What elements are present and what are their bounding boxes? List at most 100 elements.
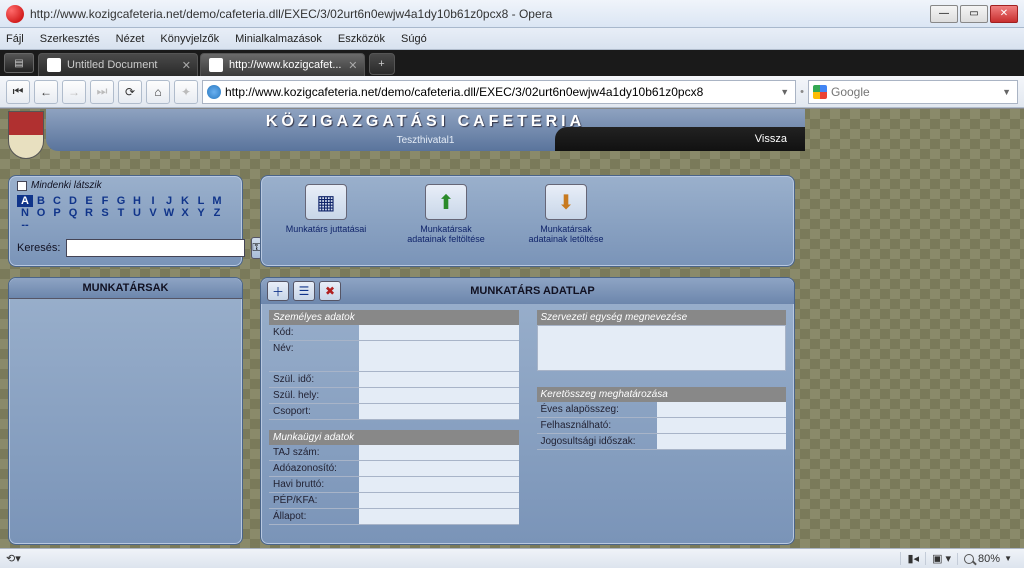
- back-button[interactable]: ←: [34, 80, 58, 104]
- detail-edit-button[interactable]: ☰: [293, 281, 315, 301]
- lbl-szulido: Szül. idő:: [269, 372, 359, 387]
- lbl-allapot: Állapot:: [269, 509, 359, 524]
- tab-untitled[interactable]: Untitled Document ✕: [38, 53, 198, 76]
- search-input[interactable]: [831, 85, 996, 99]
- alpha-letter-K[interactable]: K: [177, 195, 193, 207]
- alpha-letter-C[interactable]: C: [49, 195, 65, 207]
- alpha-letter-U[interactable]: U: [129, 207, 145, 219]
- alpha-letter-G[interactable]: G: [113, 195, 129, 207]
- tool-download[interactable]: ⬇ Munkatársak adatainak letöltése: [521, 184, 611, 258]
- val-allapot: [359, 509, 519, 524]
- section-personal: Személyes adatok: [269, 310, 519, 325]
- val-brutto: [359, 477, 519, 492]
- favicon-icon: [47, 58, 61, 72]
- alpha-letter-M[interactable]: M: [209, 195, 225, 207]
- zoom-control[interactable]: 80% ▼: [957, 553, 1018, 565]
- alpha-letter-X[interactable]: X: [177, 207, 193, 219]
- org-unit-box: [537, 325, 787, 371]
- alpha-letter-J[interactable]: J: [161, 195, 177, 207]
- alpha-letter-B[interactable]: B: [33, 195, 49, 207]
- lbl-felh: Felhasználható:: [537, 418, 657, 433]
- alpha-letter-L[interactable]: L: [193, 195, 209, 207]
- fit-mode-button[interactable]: ▣ ▾: [925, 552, 957, 565]
- window-maximize-button[interactable]: ▭: [960, 5, 988, 23]
- detail-delete-button[interactable]: ✖: [319, 281, 341, 301]
- val-nev: [359, 341, 519, 371]
- panels-button[interactable]: ▤: [4, 53, 34, 73]
- tab-bar: ▤ Untitled Document ✕ http://www.kozigca…: [0, 50, 1024, 76]
- name-search-input[interactable]: [66, 239, 245, 257]
- fast-forward-button[interactable]: ⏭: [90, 80, 114, 104]
- employees-header: MUNKATÁRSAK: [9, 278, 242, 299]
- address-dropdown-icon[interactable]: ▼: [778, 87, 791, 97]
- new-tab-button[interactable]: +: [369, 53, 395, 75]
- tool-benefits[interactable]: ▦ Munkatárs juttatásai: [281, 184, 371, 258]
- alpha-letter-I[interactable]: I: [145, 195, 161, 207]
- menu-widgets[interactable]: Minialkalmazások: [235, 33, 322, 45]
- val-pep: [359, 493, 519, 508]
- val-taj: [359, 445, 519, 460]
- search-bar[interactable]: ▼: [808, 80, 1018, 104]
- alpha-letter-T[interactable]: T: [113, 207, 129, 219]
- alpha-letter-Z[interactable]: Z: [209, 207, 225, 219]
- alpha-letter---[interactable]: --: [17, 219, 33, 231]
- lbl-kod: Kód:: [269, 325, 359, 340]
- tab-close-icon[interactable]: ✕: [348, 59, 357, 72]
- alpha-letter-S[interactable]: S: [97, 207, 113, 219]
- alpha-letter-N[interactable]: N: [17, 207, 33, 219]
- back-link[interactable]: Vissza: [555, 127, 805, 151]
- filter-header: Mindenki látszik: [31, 180, 102, 191]
- alpha-letter-Y[interactable]: Y: [193, 207, 209, 219]
- tab-label: Untitled Document: [67, 59, 158, 71]
- sync-icon[interactable]: ⟲▾: [6, 552, 21, 565]
- alpha-letter-A[interactable]: A: [17, 195, 33, 207]
- alpha-letter-F[interactable]: F: [97, 195, 113, 207]
- window-titlebar: http://www.kozigcafeteria.net/demo/cafet…: [0, 0, 1024, 28]
- alpha-letter-W[interactable]: W: [161, 207, 177, 219]
- tab-kozigcafeteria[interactable]: http://www.kozigcafet... ✕: [200, 53, 365, 76]
- show-all-checkbox[interactable]: [17, 181, 27, 191]
- alpha-letter-D[interactable]: D: [65, 195, 81, 207]
- section-budget: Keretösszeg meghatározása: [537, 387, 787, 402]
- alpha-letter-V[interactable]: V: [145, 207, 161, 219]
- favicon-icon: [209, 58, 223, 72]
- rewind-button[interactable]: ⏮: [6, 80, 30, 104]
- lbl-taj: TAJ szám:: [269, 445, 359, 460]
- tab-close-icon[interactable]: ✕: [182, 59, 191, 72]
- window-close-button[interactable]: ✕: [990, 5, 1018, 23]
- menu-view[interactable]: Nézet: [116, 33, 145, 45]
- globe-icon: [207, 85, 221, 99]
- address-input[interactable]: [225, 85, 774, 99]
- val-csoport: [359, 404, 519, 419]
- alpha-letter-R[interactable]: R: [81, 207, 97, 219]
- menu-file[interactable]: Fájl: [6, 33, 24, 45]
- window-minimize-button[interactable]: —: [930, 5, 958, 23]
- alpha-letter-H[interactable]: H: [129, 195, 145, 207]
- tool-upload[interactable]: ⬆ Munkatársak adatainak feltöltése: [401, 184, 491, 258]
- tool-label: Munkatársak adatainak feltöltése: [401, 224, 491, 244]
- address-bar[interactable]: ▼: [202, 80, 796, 104]
- search-dropdown-icon[interactable]: ▼: [1000, 87, 1013, 97]
- wand-button[interactable]: ✦: [174, 80, 198, 104]
- alpha-letter-Q[interactable]: Q: [65, 207, 81, 219]
- alpha-letter-E[interactable]: E: [81, 195, 97, 207]
- alpha-letter-O[interactable]: O: [33, 207, 49, 219]
- app-banner: KÖZIGAZGATÁSI CAFETERIA Teszthivatal1 Vi…: [0, 109, 805, 167]
- employee-detail-panel: ＋ ☰ ✖ MUNKATÁRS ADATLAP Személyes adatok…: [260, 277, 795, 545]
- menu-help[interactable]: Súgó: [401, 33, 427, 45]
- reload-button[interactable]: ⟳: [118, 80, 142, 104]
- menu-edit[interactable]: Szerkesztés: [40, 33, 100, 45]
- detail-header: MUNKATÁRS ADATLAP: [341, 285, 794, 297]
- section-org: Szervezeti egység megnevezése: [537, 310, 787, 325]
- menu-bookmarks[interactable]: Könyvjelzők: [160, 33, 219, 45]
- detail-add-button[interactable]: ＋: [267, 281, 289, 301]
- forward-button[interactable]: →: [62, 80, 86, 104]
- val-eves: [657, 402, 787, 417]
- grid-icon: ▦: [305, 184, 347, 220]
- menu-tools[interactable]: Eszközök: [338, 33, 385, 45]
- download-icon: ⬇: [545, 184, 587, 220]
- chevron-down-icon: ▼: [1004, 554, 1012, 563]
- status-indicator[interactable]: ▮◂: [900, 552, 925, 565]
- home-button[interactable]: ⌂: [146, 80, 170, 104]
- alpha-letter-P[interactable]: P: [49, 207, 65, 219]
